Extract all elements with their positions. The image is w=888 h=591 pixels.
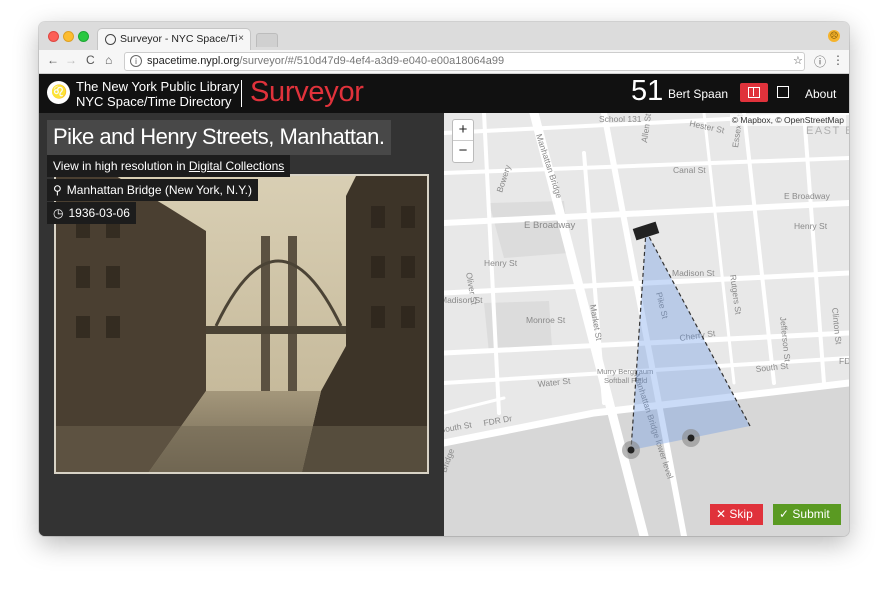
back-icon[interactable]: ←	[47, 53, 59, 67]
location-pin-icon: ⚲	[53, 183, 62, 197]
zoom-control: + −	[452, 119, 474, 163]
map-attribution[interactable]: © Mapbox, © OpenStreetMap	[729, 114, 846, 126]
map-label-fd: FD	[839, 356, 849, 366]
forward-icon[interactable]: →	[65, 53, 77, 67]
more-menu-icon[interactable]: ⋮	[832, 53, 844, 67]
map-label-school: School 131	[599, 114, 642, 124]
submit-check-icon: ✓	[779, 507, 790, 521]
photo-date: ◷ 1936-03-06	[47, 202, 136, 224]
info-icon[interactable]: i	[130, 55, 142, 67]
submit-label: Submit	[792, 507, 830, 521]
skip-x-icon: ✕	[716, 507, 727, 521]
home-icon[interactable]: ⌂	[105, 53, 112, 67]
photo-title: Pike and Henry Streets, Manhattan.	[47, 120, 391, 155]
new-tab-button[interactable]	[256, 33, 278, 47]
location-text: Manhattan Bridge (New York, N.Y.)	[66, 183, 253, 197]
tab-surveyor[interactable]: Surveyor - NYC Space/Time Di ×	[97, 28, 251, 51]
url-text: spacetime.nypl.org/surveyor/#/510d47d9-4…	[147, 55, 505, 67]
fov-left-handle[interactable]	[627, 446, 635, 454]
tab-close-icon[interactable]: ×	[238, 33, 244, 44]
hires-line: View in high resolution in Digital Colle…	[47, 155, 291, 177]
browser-window: Surveyor - NYC Space/Time Di × ☹ ← → C ⌂…	[39, 22, 849, 536]
digital-collections-link[interactable]: Digital Collections	[189, 159, 284, 173]
surveyor-app: ♌ The New York Public Library NYC Space/…	[39, 74, 849, 536]
street-map[interactable]: School 131 Hester St EAST B Manhattan Br…	[444, 113, 849, 536]
header-divider	[241, 80, 242, 107]
map-label-henry: Henry St	[484, 258, 518, 268]
nypl-lion-logo[interactable]: ♌	[47, 81, 70, 104]
clock-icon: ◷	[53, 206, 64, 220]
map-panel[interactable]: School 131 Hester St EAST B Manhattan Br…	[444, 113, 849, 536]
minimize-window-button[interactable]	[63, 31, 74, 42]
address-bar[interactable]: i spacetime.nypl.org/surveyor/#/510d47d9…	[124, 52, 805, 71]
bookmark-star-icon[interactable]: ☆	[793, 54, 803, 67]
map-label-canal: Canal St	[673, 165, 706, 175]
map-label-e-broadway: E Broadway	[524, 220, 575, 231]
org-name-line2[interactable]: NYC Space/Time Directory	[76, 94, 232, 109]
about-link[interactable]: About	[805, 87, 836, 101]
score-count: 51	[631, 75, 664, 107]
app-header: ♌ The New York Public Library NYC Space/…	[39, 74, 849, 113]
zoom-out-button[interactable]: −	[453, 141, 473, 162]
extension-info-icon[interactable]: ⓘ	[814, 53, 826, 70]
org-name-line1[interactable]: The New York Public Library	[76, 79, 239, 94]
profile-icon[interactable]: ☹	[828, 30, 840, 42]
reload-icon[interactable]: C	[86, 53, 95, 67]
split-view-icon	[748, 87, 760, 98]
skip-label: Skip	[729, 507, 753, 521]
submit-button[interactable]: ✓ Submit	[773, 504, 841, 525]
favicon-icon	[105, 34, 116, 45]
map-label-monroe: Monroe St	[526, 315, 566, 325]
maximize-window-button[interactable]	[78, 31, 89, 42]
map-label-henry-right: Henry St	[794, 221, 828, 231]
user-name[interactable]: Bert Spaan	[668, 87, 728, 101]
tab-bar: Surveyor - NYC Space/Time Di × ☹	[39, 22, 849, 51]
date-text: 1936-03-06	[68, 206, 130, 220]
split-view-button[interactable]	[740, 83, 768, 102]
map-label-e-broadway-right: E Broadway	[784, 191, 831, 201]
single-view-button[interactable]	[777, 86, 789, 98]
fov-right-handle[interactable]	[687, 434, 695, 442]
lion-icon: ♌	[51, 84, 68, 99]
photo-location: ⚲ Manhattan Bridge (New York, N.Y.)	[47, 179, 259, 201]
app-title[interactable]: Surveyor	[250, 76, 364, 109]
map-label-east-broadway-area: EAST B	[806, 125, 849, 137]
hires-prefix: View in high resolution in	[53, 159, 186, 173]
zoom-in-button[interactable]: +	[453, 120, 473, 141]
close-window-button[interactable]	[48, 31, 59, 42]
map-label-madison-right: Madison St	[672, 268, 715, 278]
map-label-madison: Madison St	[444, 295, 483, 305]
browser-toolbar: ← → C ⌂ i spacetime.nypl.org/surveyor/#/…	[39, 50, 849, 74]
photo-panel: Pike and Henry Streets, Manhattan. View …	[39, 113, 444, 536]
skip-button[interactable]: ✕ Skip	[710, 504, 763, 525]
tab-title: Surveyor - NYC Space/Time Di	[120, 33, 238, 45]
